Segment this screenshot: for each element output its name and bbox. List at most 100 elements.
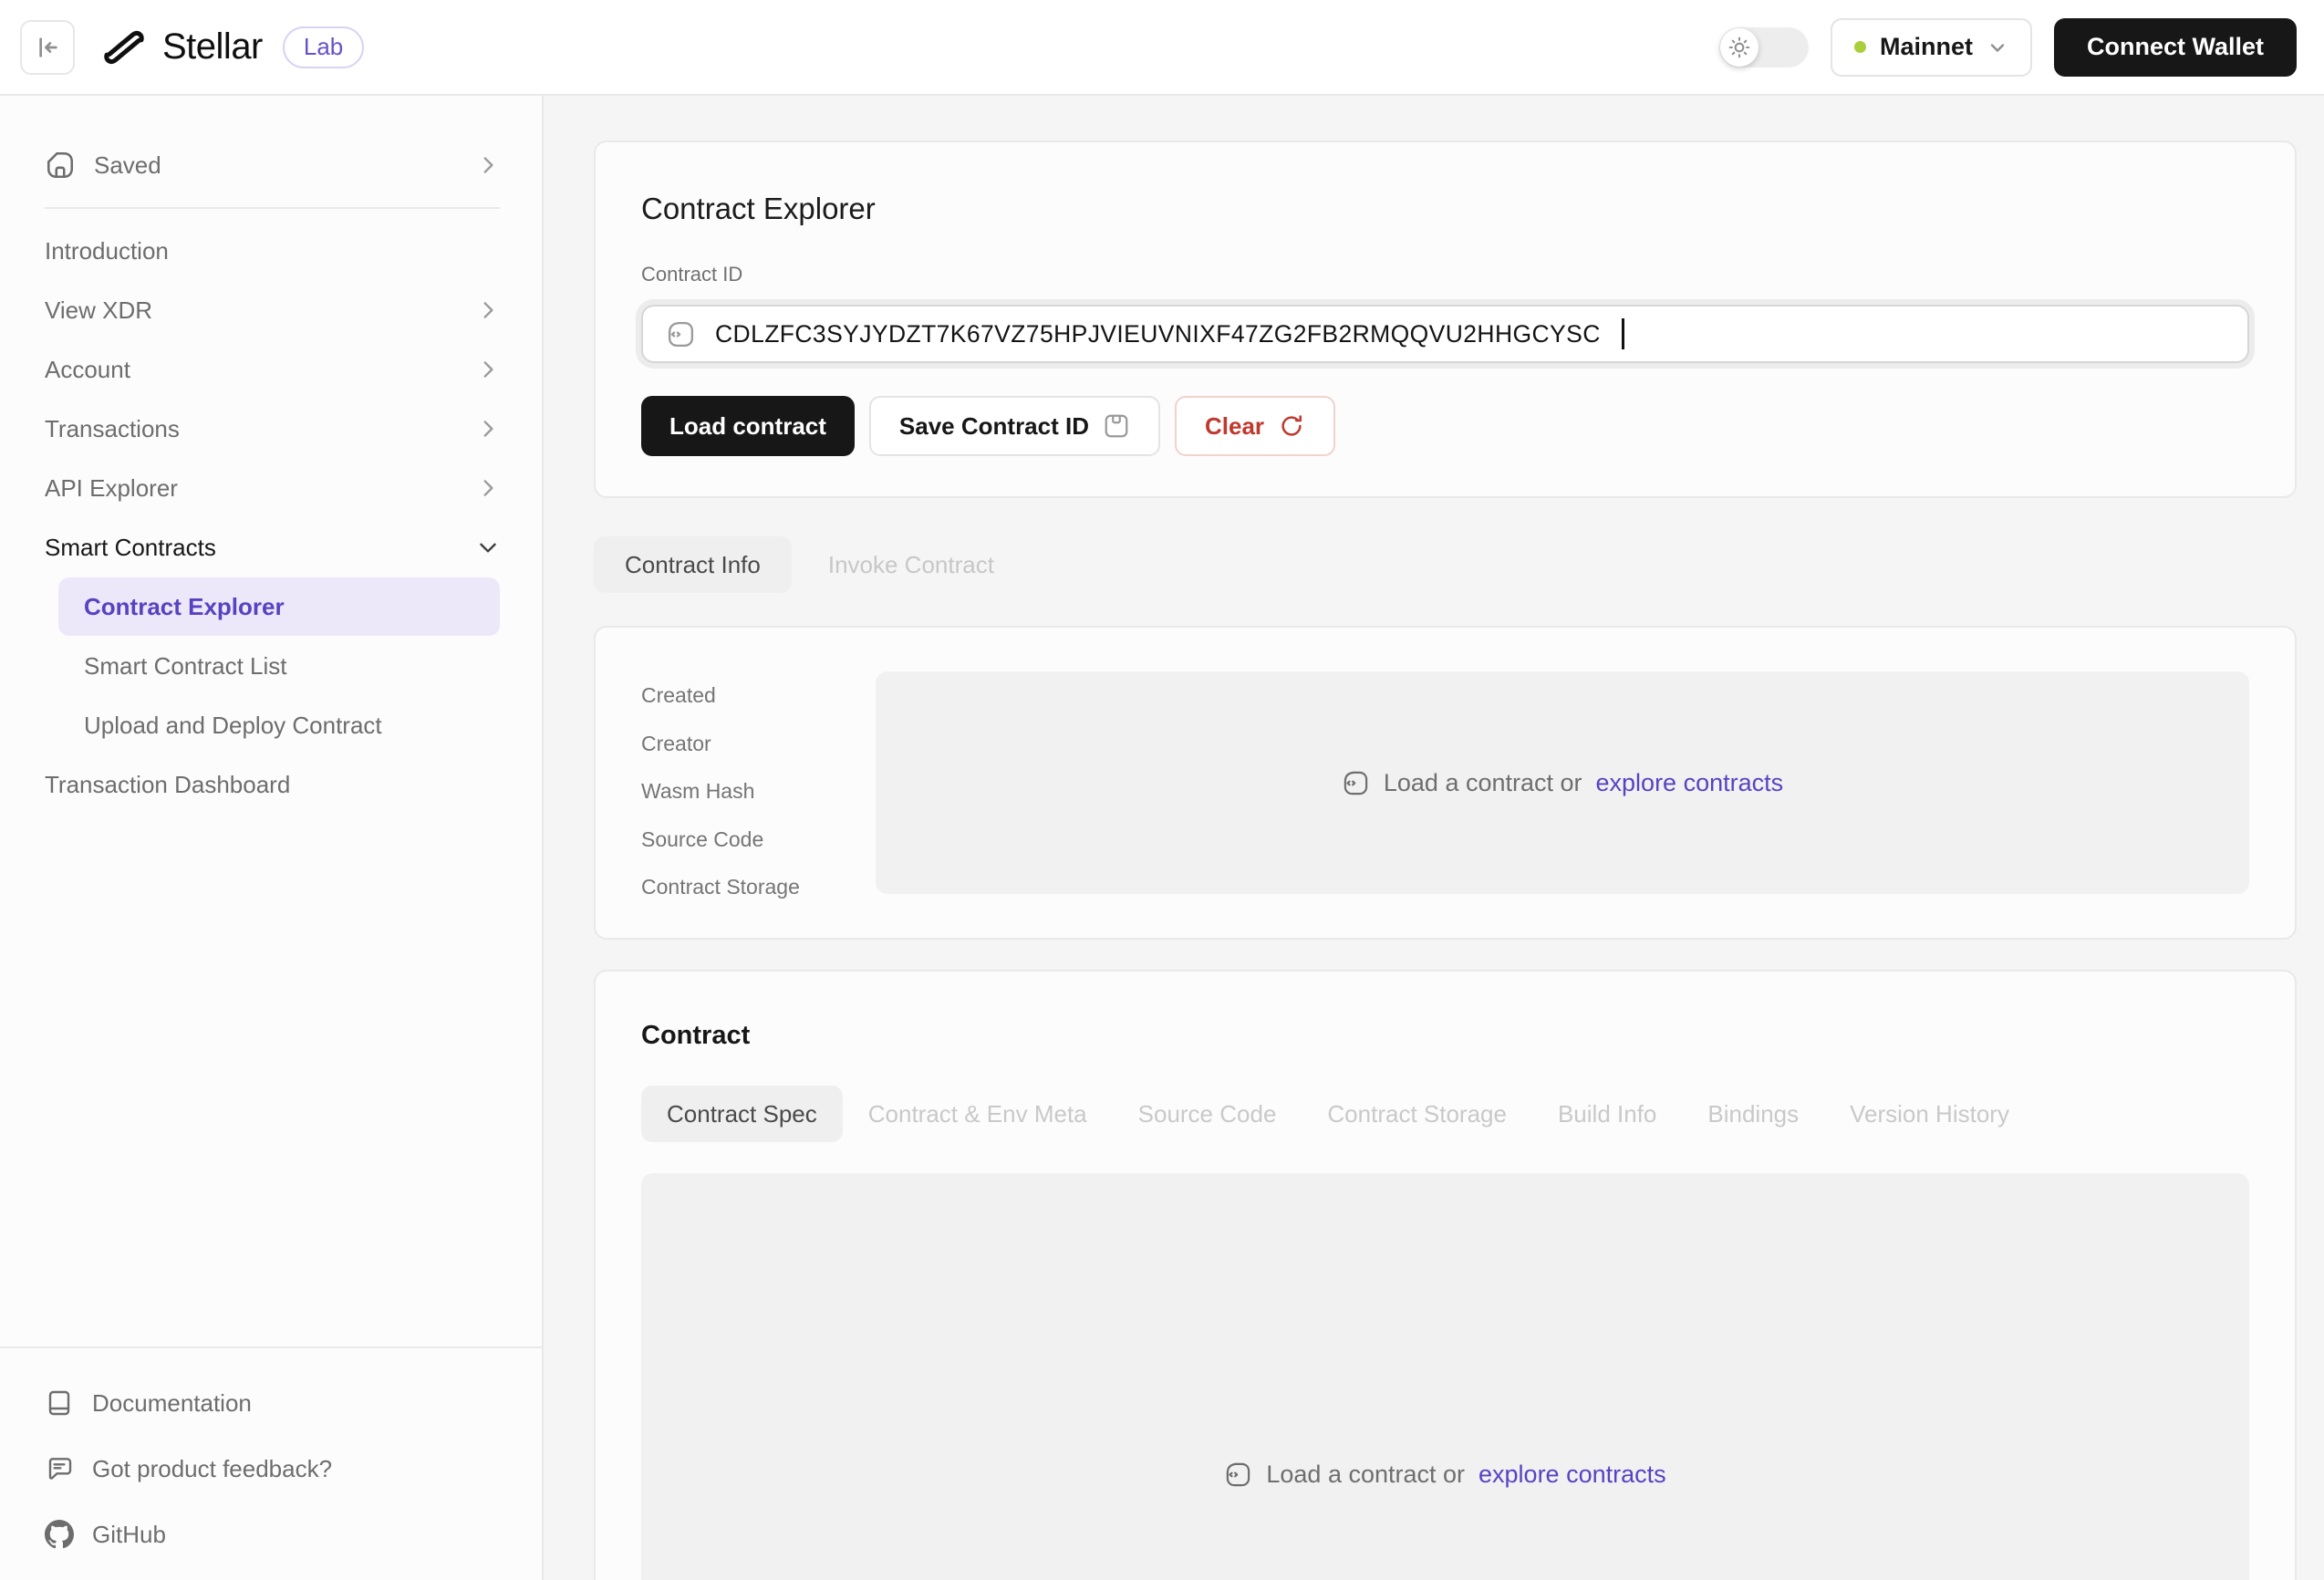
chevron-down-icon	[476, 535, 500, 559]
sidebar-item-label: Got product feedback?	[92, 1455, 332, 1483]
sidebar-item-smart-contracts[interactable]: Smart Contracts	[45, 518, 500, 577]
chevron-right-icon	[476, 153, 500, 177]
chevron-right-icon	[476, 358, 500, 381]
contract-info-labels: Created Creator Wasm Hash Source Code Co…	[641, 671, 876, 894]
sidebar-item-label: Introduction	[45, 237, 169, 265]
contract-info-card: Created Creator Wasm Hash Source Code Co…	[594, 626, 2297, 940]
sidebar-item-smart-contract-list[interactable]: Smart Contract List	[45, 637, 500, 695]
contract-card: Contract Contract Spec Contract & Env Me…	[594, 970, 2297, 1580]
contract-icon	[1224, 1460, 1252, 1489]
page-title: Contract Explorer	[641, 192, 2249, 226]
sidebar-item-label: Smart Contract List	[84, 652, 287, 681]
view-tabs: Contract Info Invoke Contract	[594, 536, 2297, 593]
sidebar-item-label: API Explorer	[45, 474, 178, 503]
contract-card-empty-state: Load a contract or explore contracts	[641, 1173, 2249, 1580]
sidebar-item-label: Transaction Dashboard	[45, 771, 290, 799]
sidebar-item-upload-deploy-contract[interactable]: Upload and Deploy Contract	[45, 696, 500, 754]
tab-contract-info[interactable]: Contract Info	[594, 536, 792, 593]
stellar-logo-icon	[100, 24, 148, 71]
network-label: Mainnet	[1880, 33, 1973, 61]
theme-toggle[interactable]	[1719, 27, 1809, 68]
sidebar-item-github[interactable]: GitHub	[45, 1502, 497, 1567]
sidebar-item-label: Smart Contracts	[45, 534, 216, 562]
sidebar-nav: Saved Introduction View XDR Account Tran…	[0, 96, 542, 814]
info-label-contract-storage: Contract Storage	[641, 863, 876, 911]
lab-badge: Lab	[283, 26, 364, 68]
sidebar: Saved Introduction View XDR Account Tran…	[0, 96, 544, 1580]
contract-info-empty-state: Load a contract or explore contracts	[876, 671, 2249, 894]
theme-toggle-knob	[1720, 28, 1759, 67]
contract-id-value: CDLZFC3SYJYDZT7K67VZ75HPJVIEUVNIXF47ZG2F…	[715, 320, 1601, 348]
info-label-created: Created	[641, 671, 876, 720]
text-cursor	[1622, 318, 1624, 349]
sidebar-item-transactions[interactable]: Transactions	[45, 400, 500, 458]
save-contract-id-button[interactable]: Save Contract ID	[869, 396, 1160, 456]
sidebar-item-label: View XDR	[45, 296, 152, 325]
sun-icon	[1727, 36, 1751, 59]
network-status-dot	[1854, 41, 1866, 53]
chevron-right-icon	[476, 476, 500, 500]
tab-version-history[interactable]: Version History	[1824, 1086, 2035, 1142]
empty-state-message: Load a contract or explore contracts	[1224, 1460, 1665, 1489]
sidebar-item-label: Transactions	[45, 415, 180, 443]
save-icon	[45, 150, 76, 181]
tab-build-info[interactable]: Build Info	[1532, 1086, 1682, 1142]
explore-contracts-link[interactable]: explore contracts	[1478, 1460, 1666, 1489]
stellar-lab-page: Stellar Lab Mainnet Connect Wallet Saved	[0, 0, 2324, 1580]
chevron-down-icon	[1987, 36, 2008, 58]
save-icon	[1103, 412, 1130, 440]
sidebar-item-account[interactable]: Account	[45, 340, 500, 399]
sidebar-divider	[45, 207, 500, 209]
explorer-actions: Load contract Save Contract ID Clear	[641, 396, 2249, 456]
empty-state-text: Load a contract or	[1266, 1460, 1465, 1489]
info-label-creator: Creator	[641, 720, 876, 768]
sidebar-item-label: Upload and Deploy Contract	[84, 712, 382, 740]
contract-card-tabs: Contract Spec Contract & Env Meta Source…	[641, 1086, 2249, 1142]
chevron-right-icon	[476, 298, 500, 322]
contract-explorer-card: Contract Explorer Contract ID CDLZFC3SYJ…	[594, 140, 2297, 498]
collapse-sidebar-icon	[33, 33, 62, 62]
sidebar-item-feedback[interactable]: Got product feedback?	[45, 1436, 497, 1502]
save-contract-id-label: Save Contract ID	[899, 412, 1089, 441]
header-controls: Mainnet Connect Wallet	[1719, 18, 2297, 77]
sidebar-item-saved[interactable]: Saved	[45, 136, 500, 194]
contract-id-label: Contract ID	[641, 263, 2249, 286]
sidebar-item-label: GitHub	[92, 1521, 166, 1549]
tab-invoke-contract[interactable]: Invoke Contract	[797, 536, 1025, 593]
sidebar-item-contract-explorer[interactable]: Contract Explorer	[58, 577, 500, 636]
sidebar-item-label: Contract Explorer	[84, 593, 285, 621]
load-contract-label: Load contract	[669, 412, 826, 441]
tab-contract-env-meta[interactable]: Contract & Env Meta	[843, 1086, 1113, 1142]
sidebar-item-introduction[interactable]: Introduction	[45, 222, 500, 280]
tab-source-code[interactable]: Source Code	[1113, 1086, 1302, 1142]
empty-state-text: Load a contract or	[1384, 769, 1582, 797]
connect-wallet-button[interactable]: Connect Wallet	[2054, 18, 2297, 77]
contract-icon	[1342, 769, 1370, 797]
network-selector[interactable]: Mainnet	[1831, 18, 2032, 77]
github-icon	[45, 1520, 74, 1549]
info-label-source-code: Source Code	[641, 816, 876, 864]
tab-bindings[interactable]: Bindings	[1682, 1086, 1824, 1142]
load-contract-button[interactable]: Load contract	[641, 396, 855, 456]
contract-id-input[interactable]: CDLZFC3SYJYDZT7K67VZ75HPJVIEUVNIXF47ZG2F…	[641, 305, 2249, 363]
sidebar-item-label: Saved	[94, 151, 161, 180]
refresh-icon	[1278, 412, 1305, 440]
clear-label: Clear	[1205, 412, 1264, 441]
sidebar-item-documentation[interactable]: Documentation	[45, 1370, 497, 1436]
collapse-sidebar-button[interactable]	[20, 20, 75, 75]
clear-button[interactable]: Clear	[1175, 396, 1335, 456]
book-icon	[45, 1388, 74, 1418]
sidebar-item-transaction-dashboard[interactable]: Transaction Dashboard	[45, 755, 500, 814]
contract-icon	[666, 319, 696, 349]
sidebar-footer: Documentation Got product feedback? GitH…	[0, 1346, 542, 1580]
feedback-bubble-icon	[45, 1454, 74, 1483]
tab-contract-storage[interactable]: Contract Storage	[1302, 1086, 1532, 1142]
brand[interactable]: Stellar Lab	[100, 24, 364, 71]
top-bar: Stellar Lab Mainnet Connect Wallet	[0, 0, 2324, 96]
chevron-right-icon	[476, 417, 500, 441]
brand-name: Stellar	[162, 26, 263, 68]
sidebar-item-api-explorer[interactable]: API Explorer	[45, 459, 500, 517]
explore-contracts-link[interactable]: explore contracts	[1596, 769, 1784, 797]
sidebar-item-view-xdr[interactable]: View XDR	[45, 281, 500, 339]
tab-contract-spec[interactable]: Contract Spec	[641, 1086, 843, 1142]
